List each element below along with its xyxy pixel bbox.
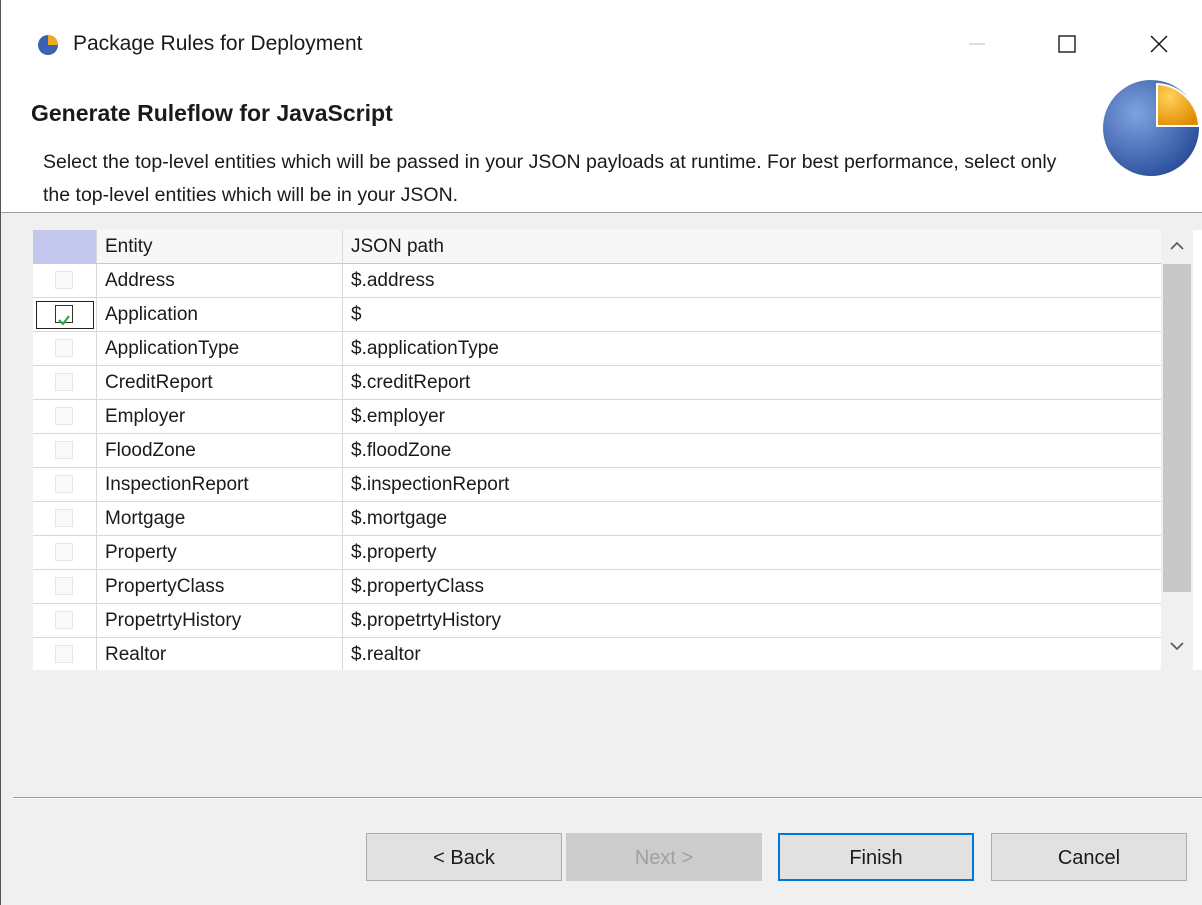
table-row[interactable]: PropetrtyHistory $.propetrtyHistory <box>33 604 1161 638</box>
table-row[interactable]: Application $ <box>33 298 1161 332</box>
table-row[interactable]: PropertyClass $.propertyClass <box>33 570 1161 604</box>
row-check-cell[interactable] <box>33 298 97 331</box>
json-path-cell[interactable]: $.employer <box>343 400 1161 433</box>
row-checkbox[interactable] <box>55 645 73 663</box>
table-row[interactable]: Mortgage $.mortgage <box>33 502 1161 536</box>
table-header-row: Entity JSON path <box>33 230 1161 264</box>
entity-cell: FloodZone <box>97 434 343 467</box>
row-check-cell[interactable] <box>33 366 97 399</box>
row-checkbox[interactable] <box>55 509 73 527</box>
page-description: Select the top-level entities which will… <box>43 151 1057 206</box>
row-checkbox[interactable] <box>55 339 73 357</box>
table-row[interactable]: Employer $.employer <box>33 400 1161 434</box>
row-checkbox[interactable] <box>55 543 73 561</box>
json-path-cell[interactable]: $.floodZone <box>343 434 1161 467</box>
table-row[interactable]: CreditReport $.creditReport <box>33 366 1161 400</box>
json-path-cell[interactable]: $.realtor <box>343 638 1161 670</box>
entity-cell: Application <box>97 298 343 331</box>
row-checkbox[interactable] <box>55 441 73 459</box>
row-check-cell[interactable] <box>33 570 97 603</box>
row-check-cell[interactable] <box>33 502 97 535</box>
window-title: Package Rules for Deployment <box>73 32 363 55</box>
entity-cell: Employer <box>97 400 343 433</box>
table-row[interactable]: FloodZone $.floodZone <box>33 434 1161 468</box>
row-checkbox[interactable] <box>55 407 73 425</box>
wizard-header: Generate Ruleflow for JavaScript Select … <box>1 80 1202 213</box>
row-checkbox[interactable] <box>55 577 73 595</box>
vertical-scrollbar[interactable] <box>1161 230 1193 670</box>
json-path-cell[interactable]: $.creditReport <box>343 366 1161 399</box>
header-check-cell[interactable] <box>33 230 97 263</box>
json-path-cell[interactable]: $.propertyClass <box>343 570 1161 603</box>
json-path-cell[interactable]: $.property <box>343 536 1161 569</box>
table-row[interactable]: Realtor $.realtor <box>33 638 1161 670</box>
json-path-cell[interactable]: $.inspectionReport <box>343 468 1161 501</box>
row-checkbox[interactable] <box>55 305 73 326</box>
row-check-cell[interactable] <box>33 264 97 297</box>
json-path-cell[interactable]: $ <box>343 298 1161 331</box>
back-button[interactable]: < Back <box>366 833 562 881</box>
entity-cell: ApplicationType <box>97 332 343 365</box>
entity-cell: CreditReport <box>97 366 343 399</box>
row-check-cell[interactable] <box>33 468 97 501</box>
footer-divider <box>13 797 1202 799</box>
entity-cell: PropertyClass <box>97 570 343 603</box>
entity-cell: PropetrtyHistory <box>97 604 343 637</box>
json-path-cell[interactable]: $.applicationType <box>343 332 1161 365</box>
row-checkbox[interactable] <box>55 611 73 629</box>
maximize-icon <box>1058 35 1076 53</box>
entity-cell: Mortgage <box>97 502 343 535</box>
finish-button[interactable]: Finish <box>778 833 974 881</box>
row-check-cell[interactable] <box>33 434 97 467</box>
close-button[interactable] <box>1129 22 1189 66</box>
next-button[interactable]: Next > <box>566 833 762 881</box>
scroll-thumb[interactable] <box>1163 264 1191 592</box>
row-checkbox[interactable] <box>55 373 73 391</box>
minimize-icon <box>969 43 985 45</box>
minimize-button[interactable] <box>947 22 1007 66</box>
maximize-button[interactable] <box>1037 22 1097 66</box>
dialog-window: Package Rules for Deployment Generate Ru… <box>0 0 1202 905</box>
row-check-cell[interactable] <box>33 604 97 637</box>
wizard-logo-icon <box>1103 80 1201 176</box>
entity-cell: InspectionReport <box>97 468 343 501</box>
table-row[interactable]: InspectionReport $.inspectionReport <box>33 468 1161 502</box>
entity-cell: Address <box>97 264 343 297</box>
json-path-cell[interactable]: $.address <box>343 264 1161 297</box>
json-path-cell[interactable]: $.mortgage <box>343 502 1161 535</box>
column-header-json-path[interactable]: JSON path <box>343 230 1161 263</box>
row-checkbox[interactable] <box>55 271 73 289</box>
checkmark-icon <box>58 315 70 326</box>
table-row[interactable]: Property $.property <box>33 536 1161 570</box>
row-check-cell[interactable] <box>33 400 97 433</box>
cancel-button[interactable]: Cancel <box>991 833 1187 881</box>
title-bar: Package Rules for Deployment <box>1 0 1202 88</box>
table-row[interactable]: ApplicationType $.applicationType <box>33 332 1161 366</box>
select-all-header[interactable] <box>33 230 96 263</box>
page-title: Generate Ruleflow for JavaScript <box>31 100 393 126</box>
scroll-down-icon[interactable] <box>1167 636 1187 656</box>
close-icon <box>1150 35 1168 53</box>
app-logo-icon <box>38 35 58 55</box>
row-check-cell[interactable] <box>33 536 97 569</box>
json-path-cell[interactable]: $.propetrtyHistory <box>343 604 1161 637</box>
table-row[interactable]: Address $.address <box>33 264 1161 298</box>
row-check-cell[interactable] <box>33 638 97 670</box>
scroll-up-icon[interactable] <box>1167 236 1187 256</box>
entity-cell: Realtor <box>97 638 343 670</box>
entity-cell: Property <box>97 536 343 569</box>
entity-table[interactable]: Entity JSON path Address $.address Applica… <box>33 230 1202 670</box>
column-header-entity[interactable]: Entity <box>97 230 343 263</box>
row-check-cell[interactable] <box>33 332 97 365</box>
row-checkbox[interactable] <box>55 475 73 493</box>
